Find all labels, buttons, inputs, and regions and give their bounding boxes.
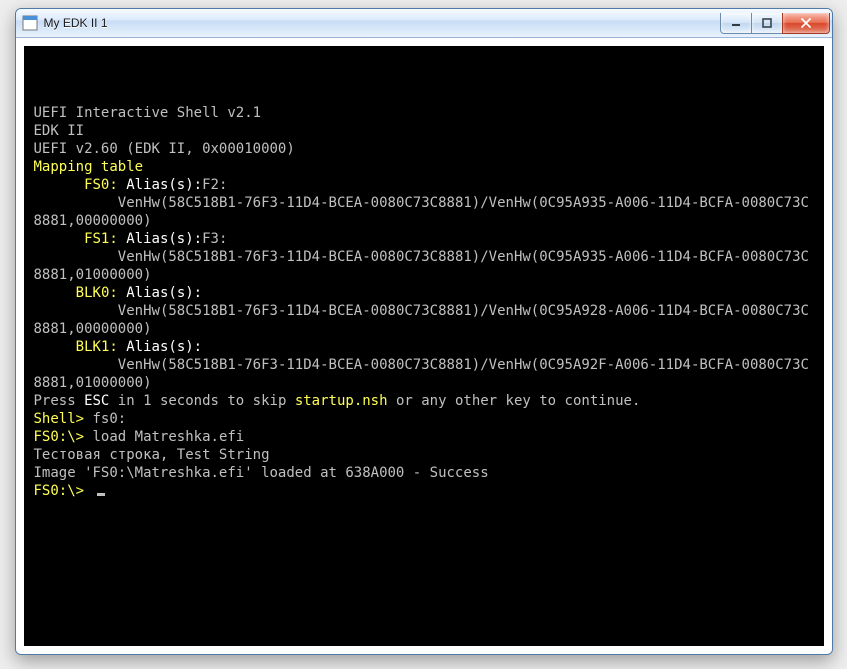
fs0-prompt-line-2: FS0:\> — [34, 483, 105, 499]
press-esc: ESC — [84, 393, 109, 409]
app-window: My EDK II 1 UEFI Interactive Shell v2.1 … — [15, 8, 833, 655]
mapping-table-header: Mapping table — [34, 159, 144, 175]
fs1-label: FS1: — [84, 231, 118, 247]
blk0-label: BLK0: — [76, 285, 118, 301]
fs0-alias-val: F2: — [202, 177, 227, 193]
minimize-button[interactable] — [720, 13, 752, 34]
press-c: or any other key to continue. — [388, 393, 641, 409]
press-b: in 1 seconds to skip — [109, 393, 294, 409]
fs0-alias: Alias(s): — [118, 177, 202, 193]
banner-line-2: EDK II — [34, 123, 85, 139]
press-esc-line: Press ESC in 1 seconds to skip startup.n… — [34, 393, 641, 409]
shell-cmd: fs0: — [84, 411, 126, 427]
terminal[interactable]: UEFI Interactive Shell v2.1 EDK II UEFI … — [24, 46, 824, 646]
banner-line-3: UEFI v2.60 (EDK II, 0x00010000) — [34, 141, 295, 157]
load-result-line: Image 'FS0:\Matreshka.efi' loaded at 638… — [34, 465, 489, 481]
fs1-alias: Alias(s): — [118, 231, 202, 247]
blk0-path: VenHw(58C518B1-76F3-11D4-BCEA-0080C73C88… — [34, 303, 809, 337]
shell-prompt: Shell> — [34, 411, 85, 427]
titlebar[interactable]: My EDK II 1 — [16, 9, 832, 38]
window-title: My EDK II 1 — [44, 16, 721, 30]
app-icon — [22, 15, 38, 31]
blk1-path: VenHw(58C518B1-76F3-11D4-BCEA-0080C73C88… — [34, 357, 809, 391]
map-blk1-line: BLK1: Alias(s): — [34, 339, 203, 355]
map-fs0-line: FS0: Alias(s):F2: — [34, 177, 228, 193]
blk0-alias: Alias(s): — [118, 285, 202, 301]
fs0-prompt-line-1: FS0:\> load Matreshka.efi — [34, 429, 245, 445]
maximize-button[interactable] — [751, 13, 783, 34]
blk1-alias: Alias(s): — [118, 339, 202, 355]
blk1-label: BLK1: — [76, 339, 118, 355]
window-buttons — [721, 13, 830, 34]
close-button[interactable] — [782, 13, 830, 34]
fs0-path: VenHw(58C518B1-76F3-11D4-BCEA-0080C73C88… — [34, 195, 809, 229]
fs1-alias-val: F3: — [202, 231, 227, 247]
press-startup: startup.nsh — [295, 393, 388, 409]
fs0-prompt-2: FS0:\> — [34, 483, 85, 499]
press-a: Press — [34, 393, 85, 409]
client-area: UEFI Interactive Shell v2.1 EDK II UEFI … — [16, 38, 832, 654]
fs0-label: FS0: — [84, 177, 118, 193]
map-blk0-line: BLK0: Alias(s): — [34, 285, 203, 301]
fs0-prompt-1: FS0:\> — [34, 429, 85, 445]
banner-line-1: UEFI Interactive Shell v2.1 — [34, 105, 262, 121]
test-string-line: Тестовая строка, Test String — [34, 447, 270, 463]
fs0-cmd-1: load Matreshka.efi — [84, 429, 244, 445]
fs1-path: VenHw(58C518B1-76F3-11D4-BCEA-0080C73C88… — [34, 249, 809, 283]
map-fs1-line: FS1: Alias(s):F3: — [34, 231, 228, 247]
shell-prompt-line: Shell> fs0: — [34, 411, 127, 427]
cursor — [97, 493, 105, 496]
